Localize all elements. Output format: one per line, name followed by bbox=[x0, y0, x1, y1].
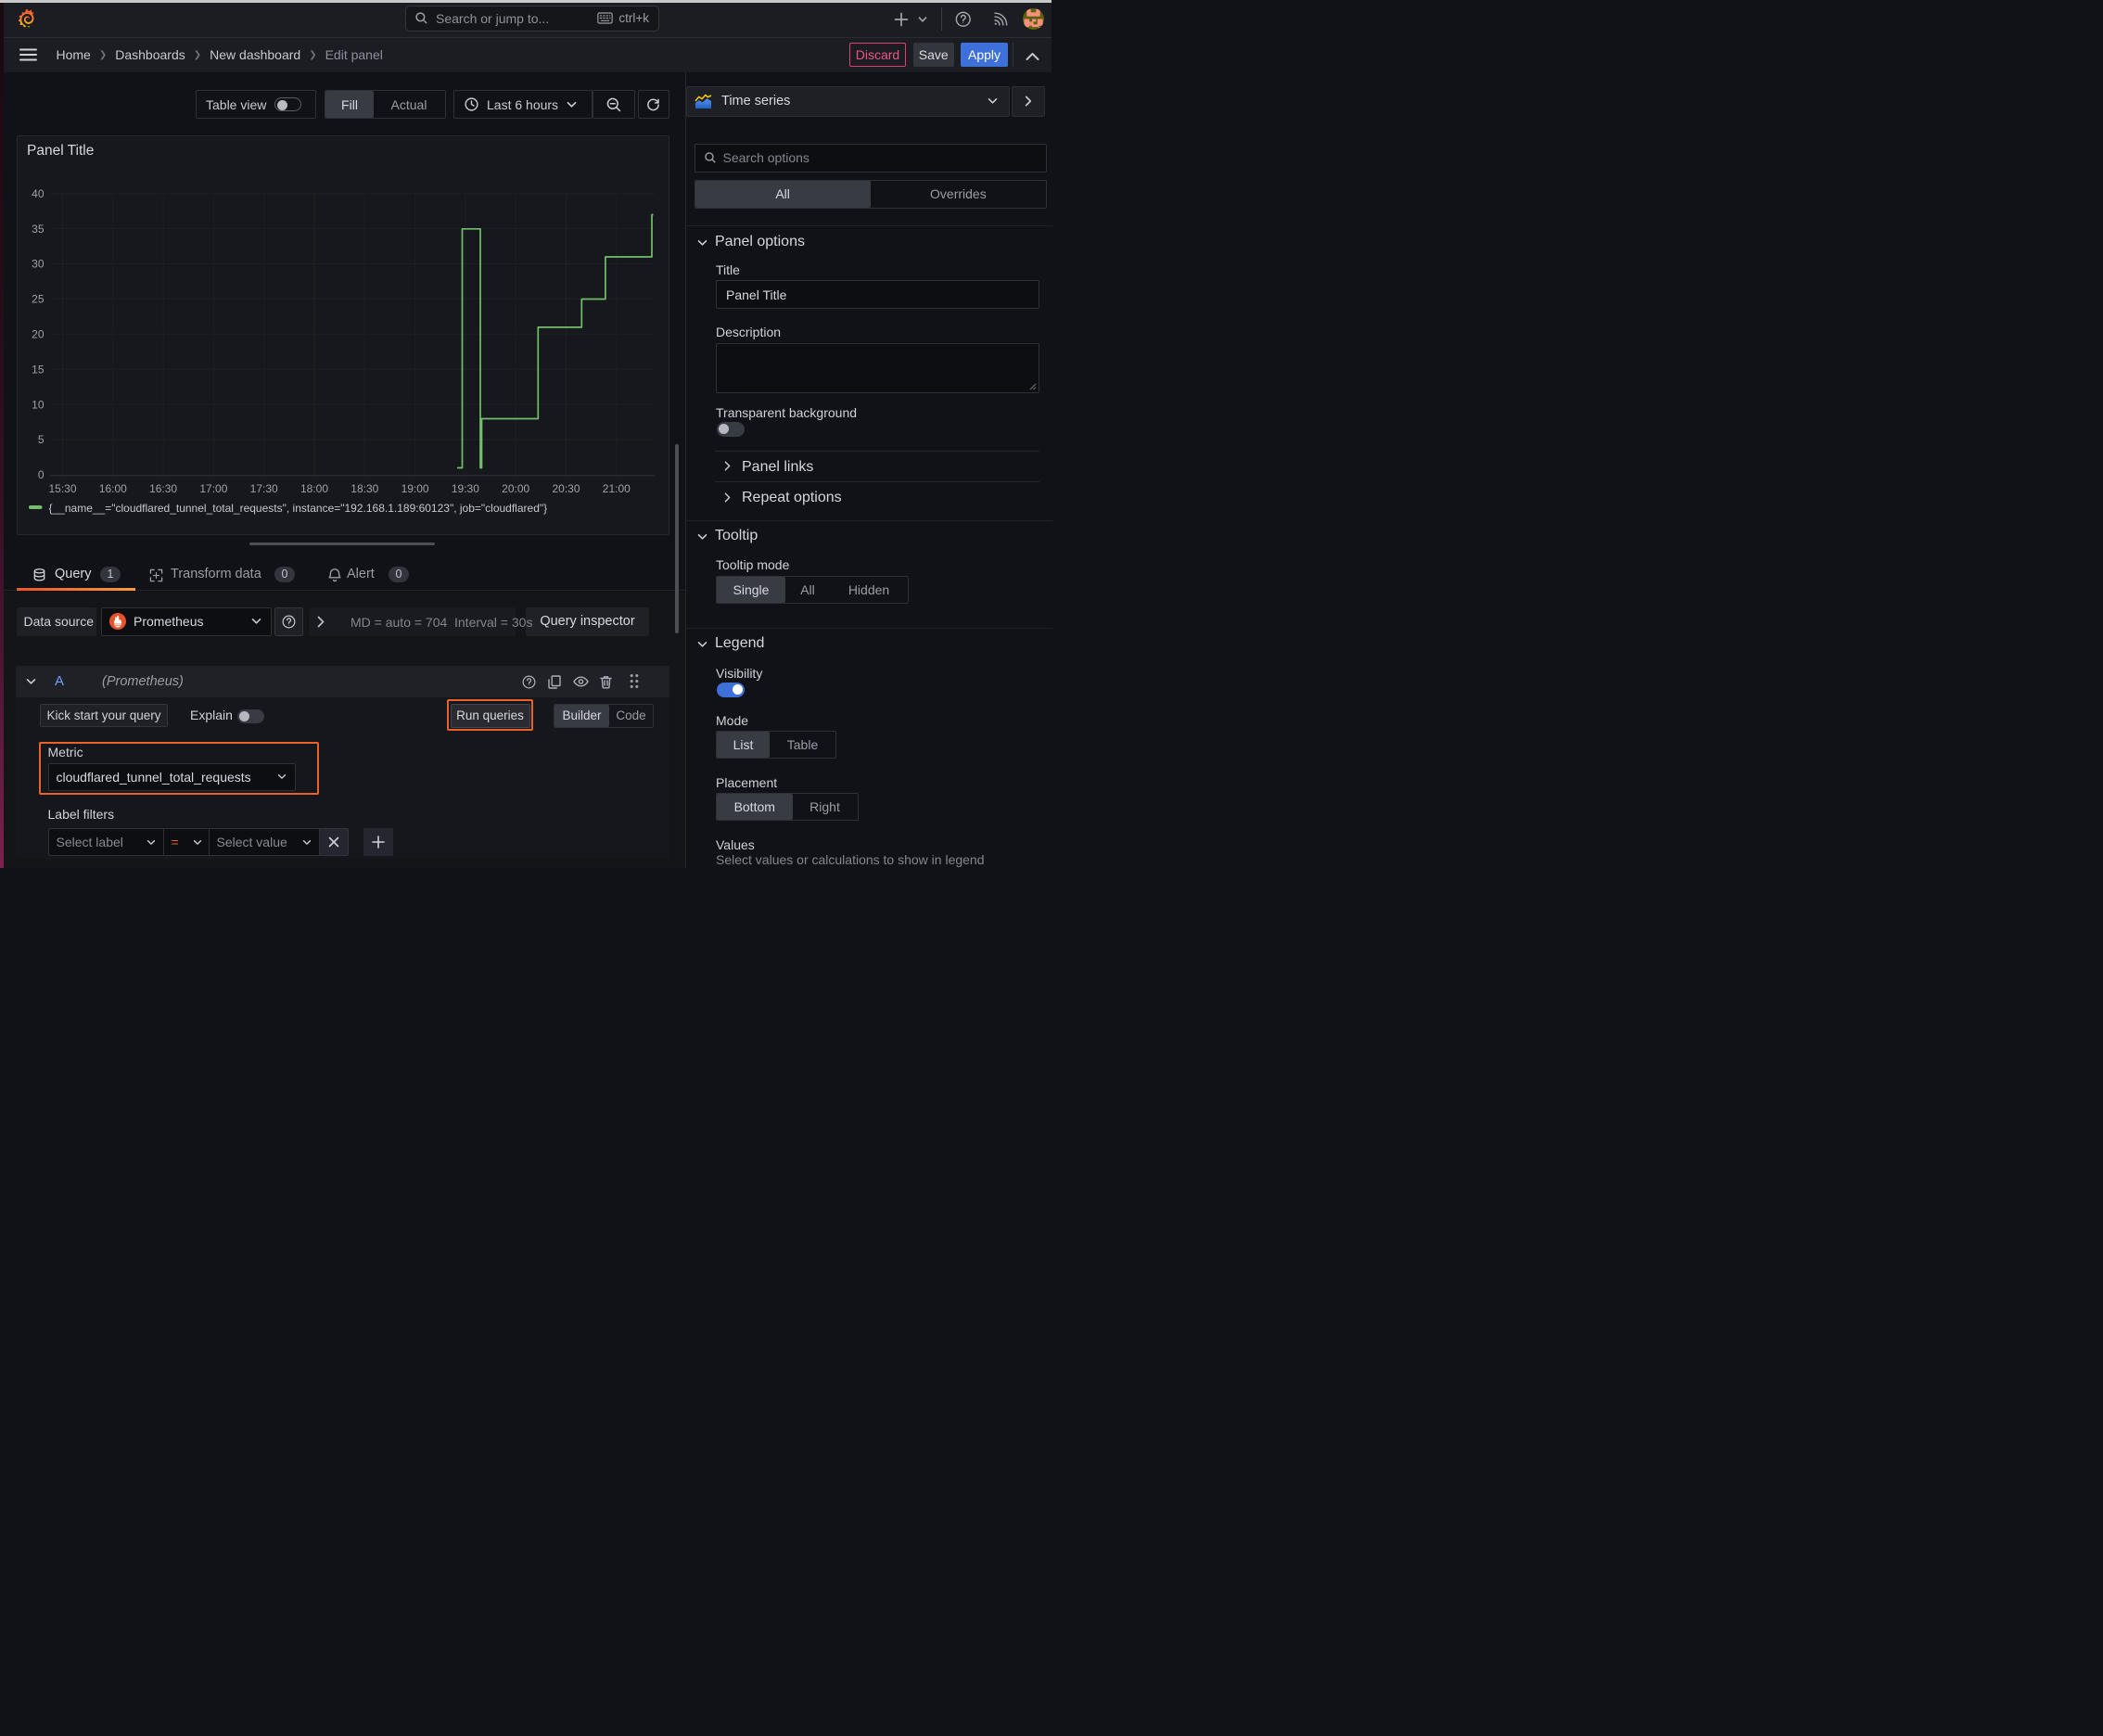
svg-text:18:00: 18:00 bbox=[300, 482, 328, 495]
svg-text:17:30: 17:30 bbox=[250, 482, 278, 495]
svg-text:18:30: 18:30 bbox=[350, 482, 378, 495]
svg-text:17:00: 17:00 bbox=[199, 482, 227, 495]
svg-text:10: 10 bbox=[32, 398, 45, 411]
svg-text:0: 0 bbox=[38, 468, 45, 481]
svg-text:21:00: 21:00 bbox=[603, 482, 631, 495]
svg-text:20: 20 bbox=[32, 327, 45, 340]
svg-text:35: 35 bbox=[32, 222, 45, 235]
svg-text:25: 25 bbox=[32, 292, 45, 305]
svg-text:19:30: 19:30 bbox=[452, 482, 479, 495]
svg-text:5: 5 bbox=[38, 433, 45, 446]
svg-text:15:30: 15:30 bbox=[48, 482, 76, 495]
svg-text:16:00: 16:00 bbox=[99, 482, 127, 495]
svg-text:15: 15 bbox=[32, 363, 45, 376]
svg-text:19:00: 19:00 bbox=[401, 482, 429, 495]
svg-text:30: 30 bbox=[32, 257, 45, 270]
svg-text:16:30: 16:30 bbox=[149, 482, 177, 495]
svg-text:{__name__="cloudflared_tunnel_: {__name__="cloudflared_tunnel_total_requ… bbox=[49, 502, 548, 515]
svg-text:20:30: 20:30 bbox=[552, 482, 580, 495]
svg-text:40: 40 bbox=[32, 186, 45, 199]
svg-text:20:00: 20:00 bbox=[502, 482, 529, 495]
